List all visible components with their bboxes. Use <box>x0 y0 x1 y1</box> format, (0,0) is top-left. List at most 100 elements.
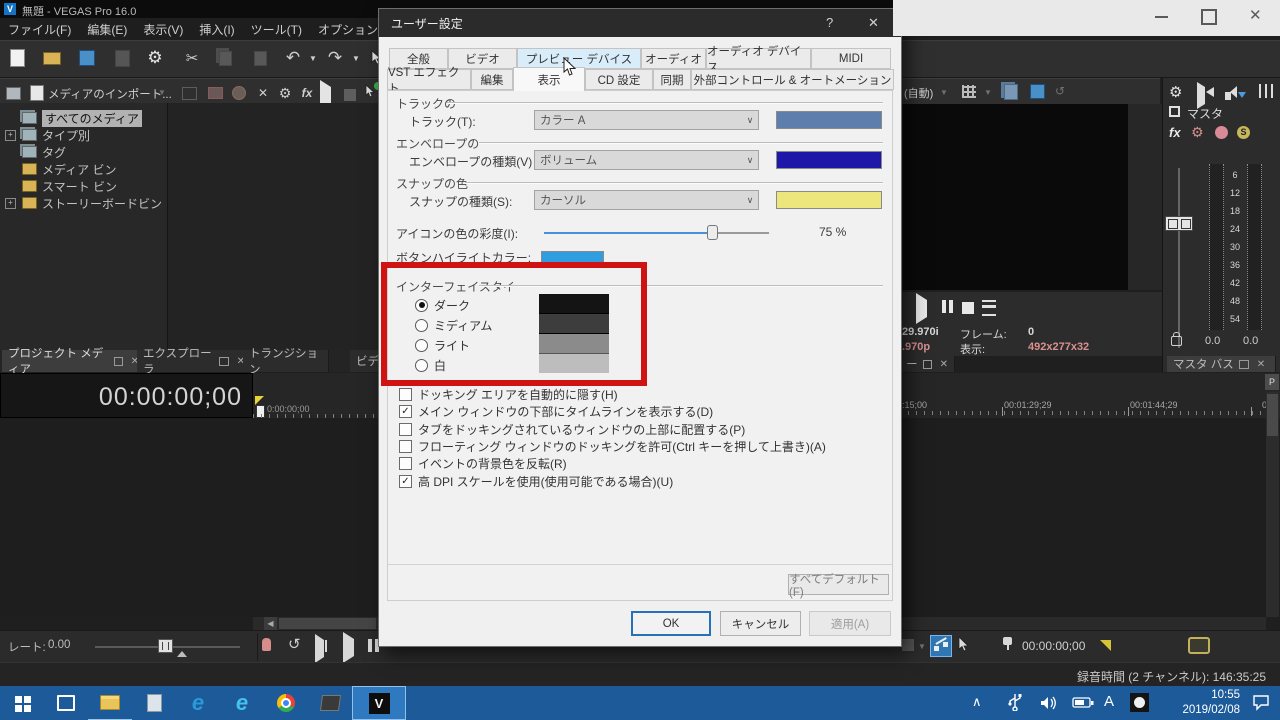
dlg-tab-sync[interactable]: 同期 <box>653 69 691 90</box>
tree-item-media-bin[interactable]: メディア ビン <box>20 161 117 177</box>
saturation-slider-thumb[interactable] <box>707 225 718 240</box>
expand-plus-icon[interactable]: + <box>5 198 16 209</box>
tree-item-smart-bin[interactable]: スマート ビン <box>20 178 117 194</box>
clock[interactable]: 10:55 2019/02/08 <box>1168 688 1240 718</box>
saturation-slider-filled[interactable] <box>544 232 713 234</box>
new-project-icon[interactable] <box>6 47 28 69</box>
tree-item-tags[interactable]: タグ <box>20 144 66 160</box>
bus-fx-icon[interactable]: fx <box>1169 125 1181 140</box>
tree-label[interactable]: メディア ビン <box>42 161 117 178</box>
file-explorer-button[interactable] <box>88 685 132 720</box>
apply-button[interactable]: 適用(A) <box>809 611 891 636</box>
preview-thumb-icon[interactable] <box>178 82 200 104</box>
save-icon[interactable] <box>76 47 98 69</box>
dlg-tab-cd[interactable]: CD 設定 <box>585 69 653 90</box>
default-all-button[interactable]: すべてデフォルト(F) <box>788 574 889 595</box>
grid-overlay-icon[interactable] <box>962 85 976 98</box>
checkbox-icon[interactable] <box>399 388 412 401</box>
ok-button[interactable]: OK <box>631 611 711 636</box>
ime-mode-indicator[interactable]: A <box>1104 693 1114 710</box>
menu-file[interactable]: ファイル(F) <box>0 21 79 38</box>
checkbox-floating-dock[interactable]: フローティング ウィンドウのドッキングを許可(Ctrl キーを押して上書き)(A… <box>399 438 826 455</box>
checkbox-icon[interactable] <box>399 440 412 453</box>
preview-stop-icon[interactable] <box>962 301 974 319</box>
scrollbar-thumb[interactable] <box>279 618 376 629</box>
automation-gear-icon[interactable]: ⚙ <box>1191 124 1204 141</box>
redo-icon[interactable]: ↷ <box>324 47 346 69</box>
solo-state-icon[interactable]: S <box>1237 126 1250 139</box>
marker-pin-icon[interactable] <box>1003 637 1012 649</box>
expand-plus-icon[interactable]: + <box>5 130 16 141</box>
timeline-cursor-flag-icon[interactable] <box>255 396 264 405</box>
hscroll-right[interactable] <box>900 617 1266 630</box>
envelope-tool-button[interactable] <box>930 635 952 657</box>
edge-button[interactable]: e <box>176 686 220 720</box>
preview-menu-icon[interactable] <box>982 300 996 316</box>
tool-dropdown-icon[interactable]: ▼ <box>918 642 926 651</box>
menu-insert[interactable]: 挿入(I) <box>191 21 242 38</box>
dlg-tab-preview-device[interactable]: プレビュー デバイス <box>517 48 641 69</box>
properties-gear-icon[interactable]: ⚙ <box>144 47 166 69</box>
snap-type-select[interactable]: カーソル ∨ <box>534 190 759 210</box>
remove-media-icon[interactable]: ✕ <box>252 82 274 104</box>
mixer-console-icon[interactable] <box>1259 84 1273 98</box>
copy-icon[interactable] <box>214 47 236 69</box>
media-fx-icon[interactable]: fx <box>296 82 318 104</box>
vertical-scrollbar[interactable] <box>1266 392 1279 617</box>
dlg-tab-edit[interactable]: 編集 <box>471 69 513 90</box>
dialog-close-icon[interactable]: ✕ <box>868 15 879 31</box>
copy-snapshot-icon[interactable] <box>1004 84 1018 100</box>
loop-playback-icon[interactable]: ↺ <box>288 635 301 653</box>
import-media-label[interactable]: メディアのインポート... <box>48 86 172 102</box>
tree-label[interactable]: ストーリーボードビン <box>42 195 162 212</box>
lock-icon[interactable] <box>1171 336 1182 346</box>
checkbox-icon[interactable] <box>399 423 412 436</box>
preview-pause-icon[interactable] <box>940 300 954 318</box>
dlg-tab-audio-device[interactable]: オーディオ デバイス <box>706 48 811 69</box>
start-button[interactable] <box>0 686 44 720</box>
undo-dropdown-icon[interactable]: ▼ <box>302 47 324 69</box>
tab-project-media[interactable]: プロジェクト メディア ✕ <box>2 350 146 372</box>
battery-tray-icon[interactable] <box>1072 696 1094 714</box>
internet-explorer-button[interactable]: e <box>220 686 264 720</box>
get-media-web-icon[interactable] <box>228 82 250 104</box>
checkbox-icon[interactable] <box>399 457 412 470</box>
checkbox-invert-bg[interactable]: イベントの背景色を反転(R) <box>399 455 826 472</box>
tab-transitions[interactable]: トランジション <box>243 350 329 372</box>
dlg-tab-vst[interactable]: VST エフェクト <box>387 69 471 90</box>
dialog-titlebar[interactable]: ユーザー設定 ? ✕ <box>379 9 901 37</box>
media-properties-gear-icon[interactable]: ⚙ <box>274 82 296 104</box>
dlg-tab-midi[interactable]: MIDI <box>811 48 891 69</box>
checkbox-autohide-docking[interactable]: ドッキング エリアを自動的に隠す(H) <box>399 386 826 403</box>
media-app-button[interactable] <box>308 686 352 720</box>
checkbox-checked-icon[interactable]: ✓ <box>399 475 412 488</box>
saturation-slider-track[interactable] <box>713 232 769 234</box>
tab-close-icon[interactable]: ✕ <box>1257 359 1265 370</box>
tab-master-bus[interactable]: マスタ バス ✕ <box>1167 356 1276 372</box>
tree-item-storyboard-bin[interactable]: + ストーリーボードビン <box>5 195 162 211</box>
volume-tray-icon[interactable] <box>1040 695 1058 716</box>
video-preview[interactable] <box>903 104 1128 290</box>
quality-dropdown-icon[interactable]: ▼ <box>940 88 948 97</box>
auto-ripple-icon[interactable] <box>1188 637 1210 654</box>
usb-tray-icon[interactable] <box>1008 693 1022 716</box>
selection-tool-icon[interactable] <box>957 636 970 659</box>
menu-view[interactable]: 表示(V) <box>135 21 191 38</box>
tree-label[interactable]: すべてのメディア <box>42 110 142 127</box>
cut-icon[interactable]: ✂ <box>181 47 203 69</box>
mute-speaker-icon[interactable] <box>1225 87 1231 105</box>
tree-label[interactable]: スマート ビン <box>42 178 117 195</box>
tree-label[interactable]: タグ <box>42 144 66 161</box>
dlg-tab-external-control[interactable]: 外部コントロール & オートメーション <box>691 69 894 90</box>
play-from-start-icon[interactable] <box>315 640 324 658</box>
overlay-dropdown-icon[interactable]: ▼ <box>984 88 992 97</box>
envelope-color-swatch[interactable] <box>776 151 882 169</box>
maximize-icon[interactable] <box>1201 9 1217 25</box>
paste-icon[interactable] <box>249 47 271 69</box>
import-media-icon[interactable] <box>26 82 48 104</box>
media-grid-icon[interactable] <box>2 82 24 104</box>
record-mic-icon[interactable] <box>262 638 271 651</box>
task-view-button[interactable] <box>44 686 88 720</box>
checkbox-tabs-top[interactable]: タブをドッキングされているウィンドウの上部に配置する(P) <box>399 421 826 438</box>
checkbox-high-dpi[interactable]: ✓ 高 DPI スケールを使用(使用可能である場合)(U) <box>399 472 826 489</box>
